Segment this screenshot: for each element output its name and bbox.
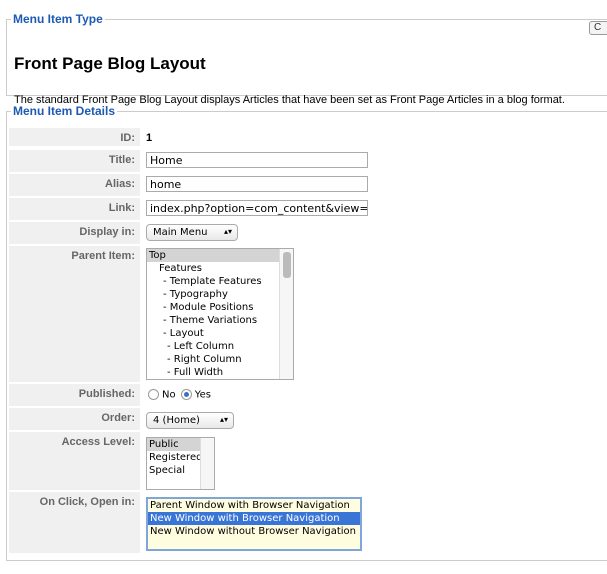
- row-parent: Parent Item: Top Features - Template Featu…: [9, 246, 604, 384]
- scrollbar-thumb[interactable]: [283, 252, 291, 278]
- change-type-button[interactable]: C: [589, 21, 607, 35]
- list-option[interactable]: - Layout: [147, 327, 293, 340]
- list-option[interactable]: Public: [147, 438, 202, 451]
- title-label: Title:: [9, 150, 140, 172]
- display-value: Main Menu: [153, 227, 208, 238]
- order-value: 4 (Home): [153, 415, 200, 426]
- list-option[interactable]: Features: [147, 262, 293, 275]
- row-order: Order: 4 (Home) ▴▾: [9, 408, 604, 432]
- order-select[interactable]: 4 (Home) ▴▾: [146, 412, 234, 429]
- published-no-label: No: [162, 389, 176, 401]
- row-display: Display in: Main Menu ▴▾: [9, 222, 604, 246]
- access-level-list[interactable]: Public Registered Special: [146, 437, 215, 490]
- onclick-open-list[interactable]: Parent Window with Browser Navigation New…: [146, 497, 362, 551]
- section-legend: Menu Item Type: [13, 12, 103, 26]
- alias-label: Alias:: [9, 174, 140, 196]
- title-input[interactable]: Home: [146, 152, 368, 168]
- access-label: Access Level:: [9, 432, 140, 490]
- display-label: Display in:: [9, 222, 140, 244]
- published-no-radio[interactable]: [148, 389, 159, 400]
- parent-label: Parent Item:: [9, 246, 140, 382]
- link-input[interactable]: index.php?option=com_content&view=frontp…: [146, 200, 368, 216]
- list-option[interactable]: - Module Positions: [147, 301, 293, 314]
- parent-item-list[interactable]: Top Features - Template Features - Typograp…: [146, 248, 294, 380]
- order-label: Order:: [9, 408, 140, 430]
- list-option[interactable]: - Full Width: [147, 366, 293, 379]
- list-option[interactable]: New Window with Browser Navigation: [148, 512, 360, 525]
- list-option[interactable]: - Typography: [147, 288, 293, 301]
- row-link: Link: index.php?option=com_content&view=…: [9, 198, 604, 222]
- list-option[interactable]: - Template Features: [147, 275, 293, 288]
- menu-item-type-section: Menu Item Type Front Page Blog Layout Th…: [6, 12, 607, 106]
- link-label: Link:: [9, 198, 140, 220]
- chevron-updown-icon: ▴▾: [223, 227, 232, 236]
- page-title: Front Page Blog Layout: [14, 54, 206, 73]
- published-yes-label: Yes: [194, 389, 211, 401]
- chevron-updown-icon: ▴▾: [219, 415, 228, 424]
- row-id: ID: 1: [9, 128, 604, 148]
- row-alias: Alias: home: [9, 174, 604, 198]
- section-legend: Menu Item Details: [13, 104, 116, 118]
- published-yes-radio[interactable]: [180, 389, 192, 400]
- list-option[interactable]: - Right Column: [147, 353, 293, 366]
- row-access: Access Level: Public Registered Special: [9, 432, 604, 492]
- onclick-label: On Click, Open in:: [9, 492, 140, 553]
- list-option[interactable]: - Theme Variations: [147, 314, 293, 327]
- list-option[interactable]: Top: [147, 249, 281, 262]
- display-in-select[interactable]: Main Menu ▴▾: [146, 224, 238, 241]
- list-option[interactable]: New Window without Browser Navigation: [148, 525, 360, 538]
- published-label: Published:: [9, 384, 140, 406]
- scrollbar[interactable]: [279, 249, 293, 379]
- row-published: Published: No Yes: [9, 384, 604, 408]
- id-label: ID:: [9, 128, 140, 146]
- id-value: 1: [146, 132, 153, 144]
- list-option[interactable]: - Left Column: [147, 340, 293, 353]
- list-option[interactable]: Parent Window with Browser Navigation: [148, 499, 360, 512]
- row-onclick: On Click, Open in: Parent Window with Br…: [9, 492, 604, 555]
- row-title: Title: Home: [9, 150, 604, 174]
- alias-input[interactable]: home: [146, 176, 368, 192]
- scrollbar[interactable]: [200, 438, 214, 489]
